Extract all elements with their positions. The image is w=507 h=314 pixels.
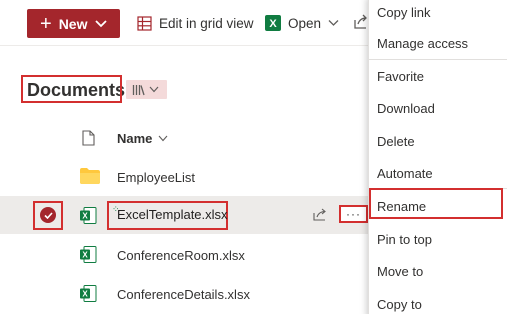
edit-grid-view-button[interactable]: Edit in grid view xyxy=(137,12,254,34)
list-item-name[interactable]: ConferenceDetails.xlsx xyxy=(117,287,250,302)
excel-icon: X xyxy=(265,15,281,31)
share-icon[interactable] xyxy=(313,208,327,221)
excel-icon: X xyxy=(80,207,97,224)
menu-item-copy-to[interactable]: Copy to xyxy=(369,288,507,314)
menu-item-delete[interactable]: Delete xyxy=(369,125,507,157)
column-header-name[interactable]: Name xyxy=(117,131,168,146)
excel-icon: X xyxy=(80,246,97,263)
folder-icon xyxy=(80,168,100,184)
list-item-name[interactable]: ConferenceRoom.xlsx xyxy=(117,248,245,263)
menu-item-automate[interactable]: Automate xyxy=(369,157,507,189)
excel-icon: X xyxy=(80,285,97,302)
list-item-name[interactable]: EmployeeList xyxy=(117,170,195,185)
open-button-label: Open xyxy=(288,15,322,31)
row-select-checkbox[interactable] xyxy=(40,207,56,223)
more-actions-button[interactable]: ··· xyxy=(339,205,368,223)
list-item[interactable]: X ConferenceDetails.xlsx xyxy=(0,275,368,313)
view-switcher-button[interactable] xyxy=(126,80,167,99)
open-button[interactable]: X Open xyxy=(265,12,339,34)
library-icon xyxy=(132,84,145,95)
column-header-name-label: Name xyxy=(117,131,153,146)
chevron-down-icon xyxy=(149,86,159,93)
rename-highlight-box xyxy=(369,188,503,219)
file-type-header-icon[interactable] xyxy=(82,130,95,146)
svg-text:X: X xyxy=(269,18,277,30)
list-item-name[interactable]: ExcelTemplate.xlsx xyxy=(117,207,228,222)
menu-item-manage-access[interactable]: Manage access xyxy=(369,27,507,59)
menu-item-download[interactable]: Download xyxy=(369,92,507,124)
chevron-down-icon xyxy=(159,135,168,142)
chevron-down-icon xyxy=(328,20,339,26)
share-icon[interactable] xyxy=(354,14,368,30)
menu-item-move-to[interactable]: Move to xyxy=(369,255,507,287)
edit-grid-view-label: Edit in grid view xyxy=(159,15,254,31)
list-item[interactable]: EmployeeList xyxy=(0,158,368,196)
menu-item-pin-to-top[interactable]: Pin to top xyxy=(369,223,507,255)
title-highlight-box xyxy=(21,75,122,103)
context-menu: Copy link Manage access Favorite Downloa… xyxy=(368,0,507,314)
new-button-label: New xyxy=(58,15,88,32)
svg-text:X: X xyxy=(82,251,88,260)
check-icon xyxy=(43,211,53,219)
plus-icon: + xyxy=(40,12,52,35)
chevron-down-icon xyxy=(95,19,108,27)
list-item[interactable]: X ConferenceRoom.xlsx xyxy=(0,236,368,274)
svg-text:X: X xyxy=(82,212,88,221)
svg-text:X: X xyxy=(82,290,88,299)
grid-icon xyxy=(137,15,152,31)
menu-item-favorite[interactable]: Favorite xyxy=(369,60,507,92)
new-button[interactable]: + New xyxy=(27,9,120,38)
menu-item-copy-link[interactable]: Copy link xyxy=(369,0,507,28)
